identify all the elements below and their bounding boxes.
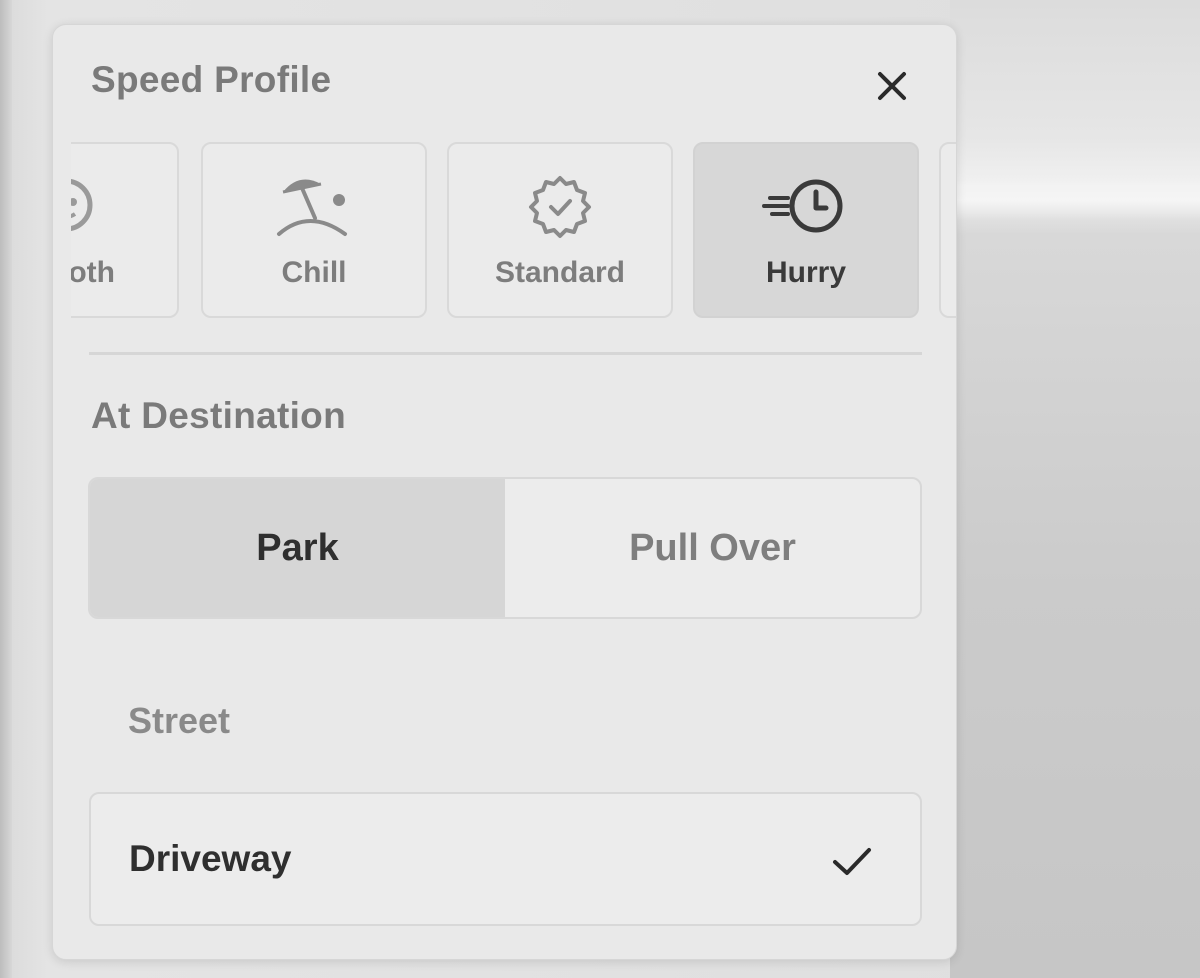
option-street[interactable]: Street: [128, 700, 230, 742]
close-icon: [878, 72, 906, 100]
profile-label-hurry: Hurry: [765, 256, 847, 289]
profile-card-next[interactable]: [939, 142, 956, 318]
profile-label-standard: Standard: [494, 256, 626, 289]
panel-title: Speed Profile: [91, 59, 332, 100]
profile-card-hurry[interactable]: Hurry: [693, 142, 919, 318]
backdrop-left: [0, 0, 12, 978]
beach-umbrella-icon: [203, 170, 425, 240]
option-driveway-label: Driveway: [129, 838, 292, 879]
option-driveway[interactable]: Driveway: [89, 792, 922, 926]
profile-label-chill: Chill: [281, 256, 347, 289]
sloth-icon: [53, 170, 177, 240]
section-divider: [89, 352, 922, 355]
speed-profile-panel: Speed Profile oth Chill Standard Hurry A…: [52, 24, 957, 960]
close-button[interactable]: [869, 63, 915, 109]
at-destination-title: At Destination: [91, 395, 346, 436]
profile-card-sloth[interactable]: oth: [53, 142, 179, 318]
backdrop-right: [950, 0, 1200, 978]
profile-label-sloth: oth: [68, 256, 115, 289]
standard-badge-check-icon: [449, 170, 671, 240]
speed-profile-carousel[interactable]: oth Chill Standard Hurry: [53, 142, 956, 320]
profile-card-standard[interactable]: Standard: [447, 142, 673, 318]
profile-card-chill[interactable]: Chill: [201, 142, 427, 318]
segment-pull-over-button[interactable]: Pull Over: [505, 479, 920, 617]
segment-park-button[interactable]: Park: [90, 479, 505, 617]
destination-segmented-control: Park Pull Over: [88, 477, 922, 619]
fast-clock-icon: [695, 170, 917, 240]
checkmark-icon: [833, 848, 871, 875]
